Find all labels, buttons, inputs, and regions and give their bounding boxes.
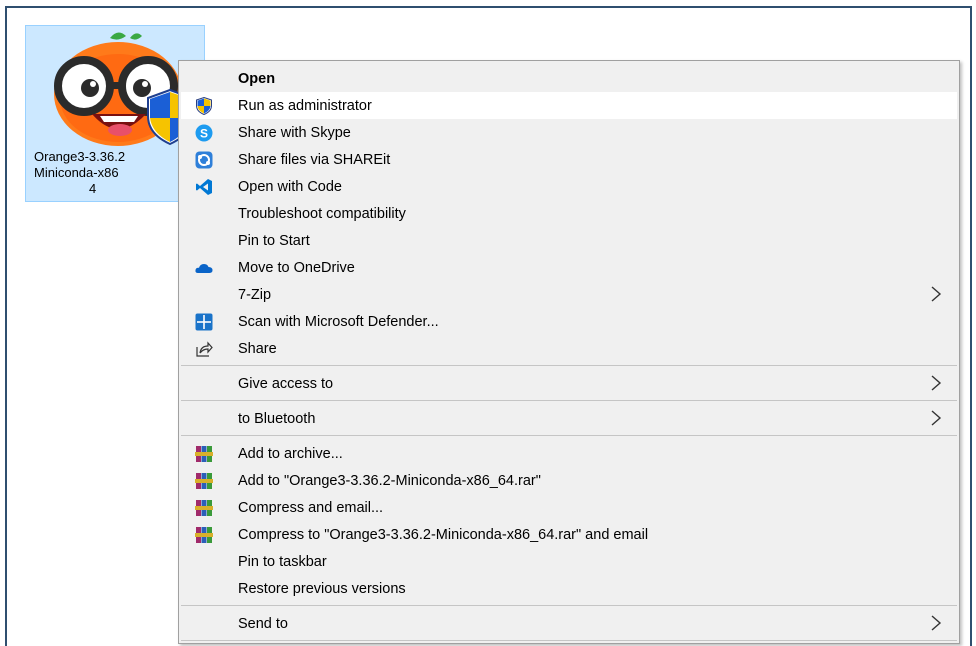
menu-item-move-to-onedrive[interactable]: Move to OneDrive: [181, 254, 957, 281]
menu-item-scan-with-defender[interactable]: Scan with Microsoft Defender...: [181, 308, 957, 335]
share-icon: [196, 341, 213, 357]
menu-separator: [181, 640, 957, 641]
menu-item-label: Compress and email...: [238, 500, 384, 516]
menu-item-label: Pin to taskbar: [238, 554, 327, 570]
menu-item-label: Send to: [238, 616, 288, 632]
menu-item-share-with-skype[interactable]: S Share with Skype: [181, 119, 957, 146]
menu-item-share-files-via-shareit[interactable]: Share files via SHAREit: [181, 146, 957, 173]
winrar-icon: [195, 527, 213, 543]
chevron-right-icon: [931, 615, 942, 631]
menu-item-run-as-administrator[interactable]: Run as administrator: [181, 92, 957, 119]
onedrive-icon: [195, 264, 213, 273]
winrar-icon: [195, 500, 213, 516]
menu-separator: [181, 435, 957, 436]
winrar-icon: [195, 446, 213, 462]
menu-item-label: Share files via SHAREit: [238, 152, 391, 168]
menu-item-label: Move to OneDrive: [238, 260, 355, 276]
menu-item-label: Share: [238, 341, 277, 357]
menu-item-label: Pin to Start: [238, 233, 310, 249]
vscode-icon: [196, 179, 212, 195]
menu-item-label: Run as administrator: [238, 98, 372, 114]
defender-icon: [195, 313, 213, 331]
skype-icon: S: [195, 124, 213, 142]
menu-item-7-zip[interactable]: 7-Zip: [181, 281, 957, 308]
menu-item-label: Restore previous versions: [238, 581, 406, 597]
svg-text:S: S: [200, 127, 208, 141]
chevron-right-icon: [931, 375, 942, 391]
menu-item-troubleshoot-compatibility[interactable]: Troubleshoot compatibility: [181, 200, 957, 227]
menu-item-add-to-rar[interactable]: Add to "Orange3-3.36.2-Miniconda-x86_64.…: [181, 467, 957, 494]
menu-item-label: to Bluetooth: [238, 411, 316, 427]
menu-item-label: 7-Zip: [238, 287, 272, 303]
menu-item-open-with-code[interactable]: Open with Code: [181, 173, 957, 200]
menu-item-label: Open: [238, 71, 276, 87]
menu-item-compress-to-rar-and-email[interactable]: Compress to "Orange3-3.36.2-Miniconda-x8…: [181, 521, 957, 548]
winrar-icon: [195, 473, 213, 489]
menu-item-restore-previous-versions[interactable]: Restore previous versions: [181, 575, 957, 602]
menu-item-label: Troubleshoot compatibility: [238, 206, 406, 222]
menu-item-label: Share with Skype: [238, 125, 351, 141]
menu-item-label: Add to archive...: [238, 446, 343, 462]
chevron-right-icon: [931, 410, 942, 426]
menu-separator: [181, 400, 957, 401]
menu-item-compress-and-email[interactable]: Compress and email...: [181, 494, 957, 521]
menu-item-label: Add to "Orange3-3.36.2-Miniconda-x86_64.…: [238, 473, 541, 489]
menu-item-label: Scan with Microsoft Defender...: [238, 314, 439, 330]
context-menu: Open Run as administrator S Share with S…: [178, 60, 960, 644]
menu-item-give-access-to[interactable]: Give access to: [181, 370, 957, 397]
menu-item-send-to[interactable]: Send to: [181, 610, 957, 637]
menu-item-pin-to-start[interactable]: Pin to Start: [181, 227, 957, 254]
menu-item-label: Give access to: [238, 376, 334, 392]
menu-item-open[interactable]: Open: [181, 65, 957, 92]
uac-shield-icon: [196, 97, 212, 115]
menu-item-label: Compress to "Orange3-3.36.2-Miniconda-x8…: [238, 527, 649, 543]
menu-item-share[interactable]: Share: [181, 335, 957, 362]
menu-item-to-bluetooth[interactable]: to Bluetooth: [181, 405, 957, 432]
menu-separator: [181, 365, 957, 366]
menu-item-pin-to-taskbar[interactable]: Pin to taskbar: [181, 548, 957, 575]
menu-separator: [181, 605, 957, 606]
menu-item-add-to-archive[interactable]: Add to archive...: [181, 440, 957, 467]
shareit-icon: [195, 151, 213, 169]
menu-item-label: Open with Code: [238, 179, 342, 195]
chevron-right-icon: [931, 286, 942, 302]
